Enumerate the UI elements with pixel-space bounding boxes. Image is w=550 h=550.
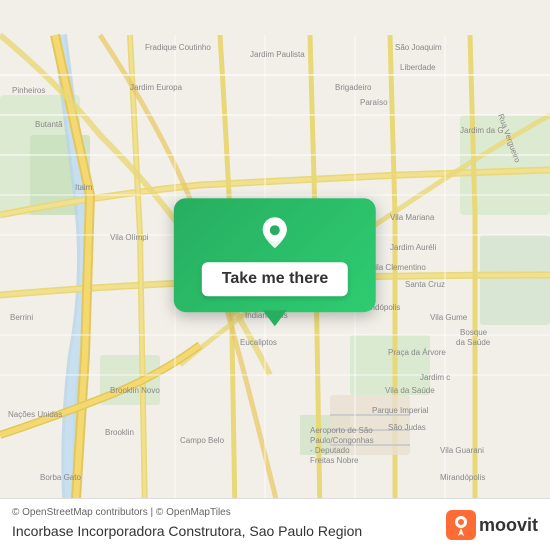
svg-text:São Joaquim: São Joaquim [395,43,442,52]
svg-text:Jardim Paulista: Jardim Paulista [250,50,305,59]
svg-text:Jardim da G: Jardim da G [460,126,504,135]
svg-text:Brooklin: Brooklin [105,428,134,437]
info-bar: © OpenStreetMap contributors | © OpenMap… [0,498,550,550]
svg-text:Vila da Saúde: Vila da Saúde [385,386,435,395]
svg-text:Vila Guarani: Vila Guarani [440,446,484,455]
moovit-brand-icon [446,510,476,540]
svg-text:Liberdade: Liberdade [400,63,436,72]
svg-text:Nações Unidas: Nações Unidas [8,410,62,419]
svg-text:Vila Olímpi: Vila Olímpi [110,233,149,242]
svg-text:Fradique Coutinho: Fradique Coutinho [145,43,211,52]
destination-card: Take me there [174,198,376,312]
svg-text:- Deputado: - Deputado [310,446,350,455]
svg-text:Freitas Nobre: Freitas Nobre [310,456,359,465]
svg-text:Itaim: Itaim [75,183,93,192]
svg-text:Vila Clementino: Vila Clementino [370,263,426,272]
svg-text:Jardim Auréli: Jardim Auréli [390,243,436,252]
svg-text:Bosque: Bosque [460,328,488,337]
map-container: Pinheiros Fradique Coutinho Jardim Pauli… [0,0,550,550]
svg-text:São Judas: São Judas [388,423,426,432]
svg-text:Praça da Árvore: Praça da Árvore [388,348,446,357]
svg-text:Vila Gume: Vila Gume [430,313,468,322]
svg-text:Parque Imperial: Parque Imperial [372,406,429,415]
card-tail [263,310,287,326]
svg-text:Berrini: Berrini [10,313,33,322]
svg-text:Brooklin Novo: Brooklin Novo [110,386,160,395]
location-pin-icon [257,216,293,252]
svg-text:Brigadeiro: Brigadeiro [335,83,372,92]
svg-text:Aeroporto de São: Aeroporto de São [310,426,373,435]
svg-text:Paraíso: Paraíso [360,98,388,107]
svg-text:Vila Mariana: Vila Mariana [390,213,435,222]
svg-text:Eucaliptos: Eucaliptos [240,338,277,347]
svg-text:Campo Belo: Campo Belo [180,436,225,445]
svg-text:Jardim c: Jardim c [420,373,450,382]
take-me-there-button[interactable]: Take me there [202,262,348,296]
svg-text:Jardim Europa: Jardim Europa [130,83,183,92]
moovit-brand-name: moovit [479,515,538,536]
svg-text:Paulo/Congonhas: Paulo/Congonhas [310,436,374,445]
svg-text:Pinheiros: Pinheiros [12,86,45,95]
svg-text:Borba Gato: Borba Gato [40,473,81,482]
moovit-logo: moovit [446,510,538,540]
svg-text:da Saúde: da Saúde [456,338,491,347]
svg-text:Mirandópolis: Mirandópolis [440,473,485,482]
svg-text:Santa Cruz: Santa Cruz [405,280,445,289]
svg-text:Butantã: Butantã [35,120,63,129]
take-me-there-container: Take me there [174,198,376,326]
